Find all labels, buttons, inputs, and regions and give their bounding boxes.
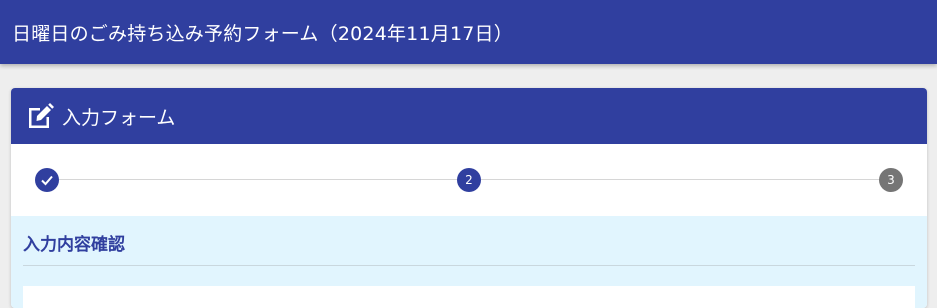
section-title: 入力内容確認 bbox=[23, 230, 915, 266]
form-card: 入力フォーム 2 3 入力内容確認 bbox=[11, 88, 927, 308]
step-number: 2 bbox=[465, 173, 473, 187]
page-title: 日曜日のごみ持ち込み予約フォーム（2024年11月17日） bbox=[12, 22, 513, 45]
step-3-pending: 3 bbox=[879, 168, 903, 192]
app-bar: 日曜日のごみ持ち込み予約フォーム（2024年11月17日） bbox=[0, 0, 937, 64]
confirm-section: 入力内容確認 bbox=[11, 216, 927, 308]
edit-icon bbox=[26, 102, 54, 130]
stepper-connector bbox=[481, 179, 881, 180]
card-header: 入力フォーム bbox=[11, 88, 927, 144]
card-header-title: 入力フォーム bbox=[62, 106, 176, 129]
confirm-content-panel bbox=[23, 286, 915, 308]
step-1-completed bbox=[35, 168, 59, 192]
step-2-active: 2 bbox=[457, 168, 481, 192]
check-icon bbox=[41, 175, 53, 186]
stepper: 2 3 bbox=[11, 144, 927, 216]
step-number: 3 bbox=[887, 173, 895, 187]
stepper-connector bbox=[59, 179, 459, 180]
